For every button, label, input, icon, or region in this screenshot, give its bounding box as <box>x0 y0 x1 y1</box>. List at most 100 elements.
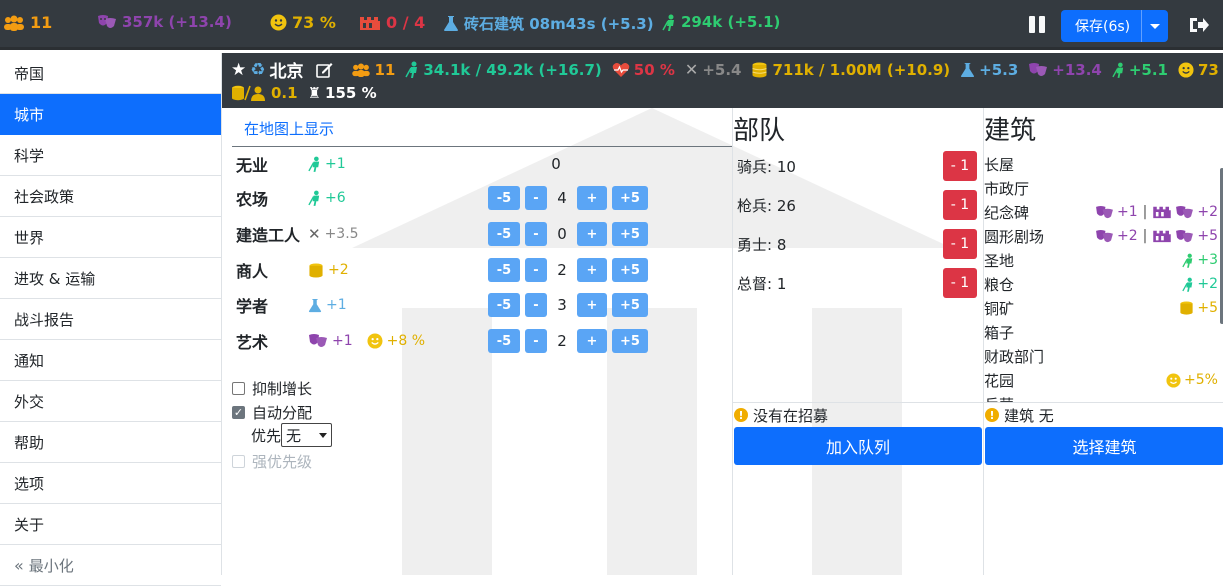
growth-stat[interactable]: 294k (+5.1) <box>662 13 780 31</box>
plus-5-button[interactable]: +5 <box>612 329 648 353</box>
show-on-map-link[interactable]: 在地图上显示 <box>244 118 334 139</box>
plus-5-button[interactable]: +5 <box>612 222 648 246</box>
city-science[interactable]: +5.3 <box>960 61 1018 79</box>
sidebar-item-battle-reports[interactable]: 战斗报告 <box>0 299 221 340</box>
sidebar-item-diplomacy[interactable]: 外交 <box>0 381 221 422</box>
minus-1-button[interactable]: - <box>525 329 547 353</box>
plus-5-button[interactable]: +5 <box>612 186 648 210</box>
minus-5-button[interactable]: -5 <box>488 186 520 210</box>
city-food[interactable]: 34.1k / 49.2k (+16.7) <box>405 61 602 79</box>
unit-label: 枪兵: 26 <box>737 196 796 215</box>
research-stat[interactable]: 砖石建筑 08m43s (+5.3) <box>443 13 654 34</box>
remove-unit-button[interactable]: - 1 <box>943 229 977 259</box>
wall-icon <box>360 16 380 30</box>
sidebar-item-empire[interactable]: 帝国 <box>0 53 221 94</box>
suppress-growth-label: 抑制增长 <box>252 380 313 398</box>
city-gold[interactable]: 711k / 1.00M (+10.9) <box>751 61 950 79</box>
minus-5-button[interactable]: -5 <box>488 293 520 317</box>
wall-icon <box>1153 206 1172 219</box>
job-row-merchant: 商人 +2 -5 - 2 + +5 <box>236 255 732 285</box>
sidebar-item-options[interactable]: 选项 <box>0 463 221 504</box>
priority-select[interactable]: 无 <box>281 423 333 447</box>
city-production[interactable]: ✕ +5.4 <box>685 60 742 79</box>
city-defense[interactable]: ♜ 155 % <box>308 84 377 102</box>
city-growth[interactable]: +5.1 <box>1112 61 1168 79</box>
farmer-icon <box>308 190 320 206</box>
minus-5-button[interactable]: -5 <box>488 222 520 246</box>
select-building-button[interactable]: 选择建筑 <box>985 427 1223 465</box>
minus-1-button[interactable]: - <box>525 186 547 210</box>
minus-1-button[interactable]: - <box>525 293 547 317</box>
add-to-queue-button[interactable]: 加入队列 <box>734 427 982 465</box>
remove-unit-button[interactable]: - 1 <box>943 190 977 220</box>
sidebar-item-attack-transport[interactable]: 进攻 & 运输 <box>0 258 221 299</box>
pause-button[interactable] <box>1029 16 1046 33</box>
city-production-value: +5.4 <box>702 60 742 79</box>
minus-1-button[interactable]: - <box>525 258 547 282</box>
smile-icon <box>270 14 287 31</box>
remove-unit-button[interactable]: - 1 <box>943 268 977 298</box>
army-stat[interactable]: 0 / 4 <box>359 13 425 32</box>
edit-icon[interactable] <box>315 62 333 78</box>
plus-1-button[interactable]: + <box>577 329 607 353</box>
auto-assign-label: 自动分配 <box>252 404 313 422</box>
city-header-row-2: 0.1 ♜ 155 % <box>231 84 377 102</box>
population-stat[interactable]: 11 <box>3 13 52 32</box>
suppress-growth-checkbox-row[interactable]: 抑制增长 <box>232 378 312 399</box>
city-population[interactable]: 11 <box>351 60 396 79</box>
sidebar-item-science[interactable]: 科学 <box>0 135 221 176</box>
research-value: 砖石建筑 08m43s (+5.3) <box>464 15 654 33</box>
building-effect-value-2: +5 <box>1197 228 1218 244</box>
list-item: 长屋 <box>984 152 1223 176</box>
job-row-scholar: 学者 +1 -5 - 3 + +5 <box>236 290 732 320</box>
plus-1-button[interactable]: + <box>577 258 607 282</box>
job-effect-value: +2 <box>328 262 349 278</box>
minus-1-button[interactable]: - <box>525 222 547 246</box>
star-icon[interactable]: ★ <box>231 60 246 80</box>
sidebar-item-help[interactable]: 帮助 <box>0 422 221 463</box>
save-button[interactable]: 保存(6s) <box>1061 10 1168 42</box>
exclamation-circle-icon: ! <box>734 408 748 422</box>
save-dropdown-toggle[interactable] <box>1141 10 1168 42</box>
job-count: 4 <box>557 189 567 207</box>
sidebar-item-about[interactable]: 关于 <box>0 504 221 545</box>
city-growth-value: +5.1 <box>1128 60 1168 79</box>
city-population-value: 11 <box>374 60 396 79</box>
remove-unit-button[interactable]: - 1 <box>943 151 977 181</box>
minus-5-button[interactable]: -5 <box>488 258 520 282</box>
city-happiness[interactable]: 73 % <box>1178 61 1223 79</box>
city-health[interactable]: 50 % <box>612 61 675 79</box>
plus-1-button[interactable]: + <box>577 293 607 317</box>
smile-icon <box>1166 372 1181 388</box>
buildings-title: 建筑 <box>984 116 1037 146</box>
plus-1-button[interactable]: + <box>577 186 607 210</box>
happiness-stat[interactable]: 73 % <box>270 13 336 32</box>
plus-5-button[interactable]: +5 <box>612 258 648 282</box>
sidebar-minimize[interactable]: « 最小化 <box>0 545 221 586</box>
sidebar-item-social-policy[interactable]: 社会政策 <box>0 176 221 217</box>
city-culture[interactable]: +13.4 <box>1028 61 1102 79</box>
flask-icon <box>444 16 458 31</box>
auto-assign-checkbox[interactable]: ✓ <box>232 406 245 419</box>
plus-1-button[interactable]: + <box>577 222 607 246</box>
suppress-growth-checkbox[interactable] <box>232 382 245 395</box>
unit-row: 枪兵: 26 - 1 <box>737 189 977 221</box>
recruit-status: ! 没有在招募 <box>733 402 983 427</box>
plus-5-button[interactable]: +5 <box>612 293 648 317</box>
sidebar-item-notifications[interactable]: 通知 <box>0 340 221 381</box>
sidebar-item-world[interactable]: 世界 <box>0 217 221 258</box>
buildings-list[interactable]: 长屋 市政厅 纪念碑 +1 | +2 圆形剧场 +2 | +5 圣地 +3 粮仓… <box>984 152 1223 403</box>
culture-stat[interactable]: 357k (+13.4) <box>97 13 232 31</box>
sidebar-item-city[interactable]: 城市 <box>0 94 221 135</box>
city-gold-per-pop[interactable]: 0.1 <box>231 84 298 102</box>
auto-assign-checkbox-row[interactable]: ✓ 自动分配 <box>232 402 312 423</box>
happiness-value: 73 % <box>292 13 336 32</box>
list-item: 兵营 <box>984 392 1223 403</box>
tools-icon: ✕ <box>308 225 321 243</box>
sidebar: 帝国 城市 科学 社会政策 世界 进攻 & 运输 战斗报告 通知 外交 帮助 选… <box>0 53 222 586</box>
recycle-icon[interactable]: ♻ <box>250 60 265 80</box>
building-effect: +3 <box>1182 252 1218 268</box>
minimize-label: 最小化 <box>28 556 74 575</box>
logout-button[interactable] <box>1189 16 1209 34</box>
minus-5-button[interactable]: -5 <box>488 329 520 353</box>
